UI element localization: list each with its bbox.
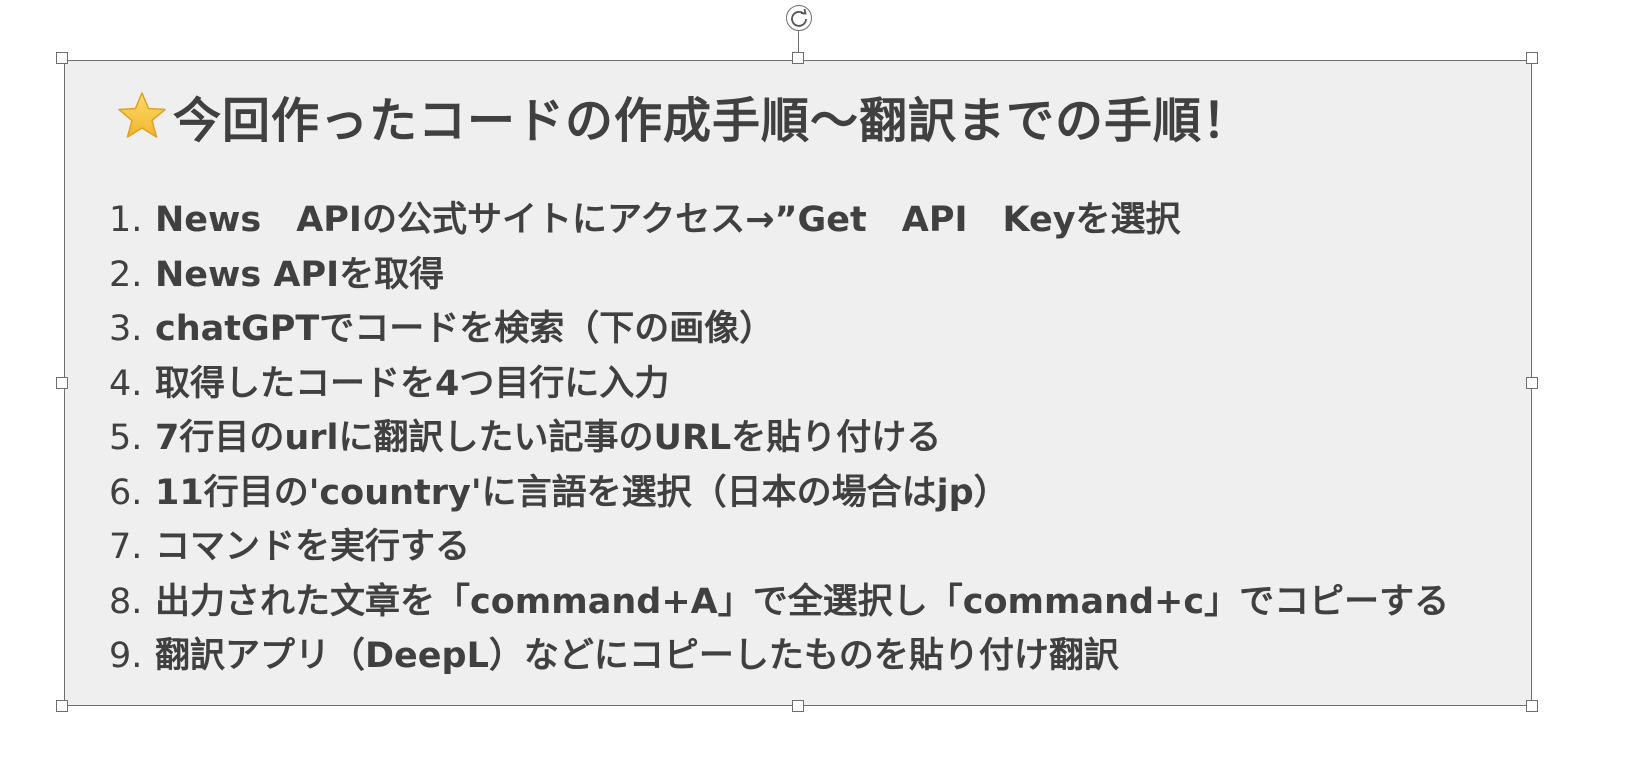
resize-handle-middle-right[interactable] bbox=[1526, 377, 1538, 389]
step-text: 7行目のurlに翻訳したい記事のURLを貼り付ける bbox=[155, 418, 942, 458]
slide-canvas: 今回作ったコードの作成手順〜翻訳までの手順！ 1. News APIの公式サイトに… bbox=[0, 0, 1630, 778]
step-text: News APIを取得 bbox=[155, 254, 445, 295]
step-text: コマンドを実行する bbox=[155, 527, 471, 567]
list-item: 9. 翻訳アプリ（DeepL）などにコピーしたものを貼り付け翻訳 bbox=[109, 629, 1449, 684]
list-item: 6. 11行目の'country'に言語を選択（日本の場合はjp） bbox=[109, 466, 1449, 521]
slide-title-text: 今回作ったコードの作成手順〜翻訳までの手順！ bbox=[173, 93, 1252, 149]
list-item: 1. News APIの公式サイトにアクセス→”Get API Keyを選択 bbox=[109, 193, 1449, 248]
list-item: 2. News APIを取得 bbox=[109, 248, 1449, 303]
list-item: 5. 7行目のurlに翻訳したい記事のURLを貼り付ける bbox=[109, 411, 1449, 466]
step-text: 出力された文章を「command+A」で全選択し「command+c」でコピーす… bbox=[155, 581, 1450, 622]
step-text: News APIの公式サイトにアクセス→”Get API Keyを選択 bbox=[155, 200, 1181, 240]
resize-handle-bottom-center[interactable] bbox=[792, 700, 804, 712]
step-text: 11行目の'country'に言語を選択（日本の場合はjp） bbox=[155, 472, 1009, 513]
list-item: 3. chatGPTでコードを検索（下の画像） bbox=[109, 302, 1449, 357]
step-number: 9. bbox=[109, 636, 143, 676]
step-number: 3. bbox=[109, 309, 143, 349]
list-item: 4. 取得したコードを4つ目行に入力 bbox=[109, 357, 1449, 412]
list-item: 7. コマンドを実行する bbox=[109, 520, 1449, 575]
resize-handle-bottom-right[interactable] bbox=[1526, 700, 1538, 712]
step-text: 翻訳アプリ（DeepL）などにコピーしたものを貼り付け翻訳 bbox=[155, 636, 1119, 676]
step-number: 7. bbox=[109, 527, 143, 567]
step-number: 1. bbox=[109, 200, 143, 240]
step-text: 取得したコードを4つ目行に入力 bbox=[155, 363, 670, 404]
steps-list: 1. News APIの公式サイトにアクセス→”Get API Keyを選択 2.… bbox=[109, 193, 1449, 684]
step-number: 5. bbox=[109, 418, 143, 458]
step-text: chatGPTでコードを検索（下の画像） bbox=[155, 309, 775, 349]
text-box[interactable]: 今回作ったコードの作成手順〜翻訳までの手順！ 1. News APIの公式サイトに… bbox=[64, 60, 1532, 706]
rotate-icon[interactable] bbox=[786, 5, 812, 31]
resize-handle-top-left[interactable] bbox=[56, 52, 68, 64]
resize-handle-middle-left[interactable] bbox=[56, 377, 68, 389]
resize-handle-top-right[interactable] bbox=[1526, 52, 1538, 64]
step-number: 2. bbox=[109, 254, 143, 295]
step-number: 8. bbox=[109, 581, 143, 622]
resize-handle-bottom-left[interactable] bbox=[56, 700, 68, 712]
list-item: 8. 出力された文章を「command+A」で全選択し「command+c」でコピ… bbox=[109, 575, 1449, 630]
step-number: 6. bbox=[109, 472, 143, 513]
step-number: 4. bbox=[109, 363, 143, 404]
resize-handle-top-center[interactable] bbox=[792, 52, 804, 64]
star-icon bbox=[115, 89, 169, 143]
slide-title: 今回作ったコードの作成手順〜翻訳までの手順！ bbox=[115, 81, 1251, 151]
